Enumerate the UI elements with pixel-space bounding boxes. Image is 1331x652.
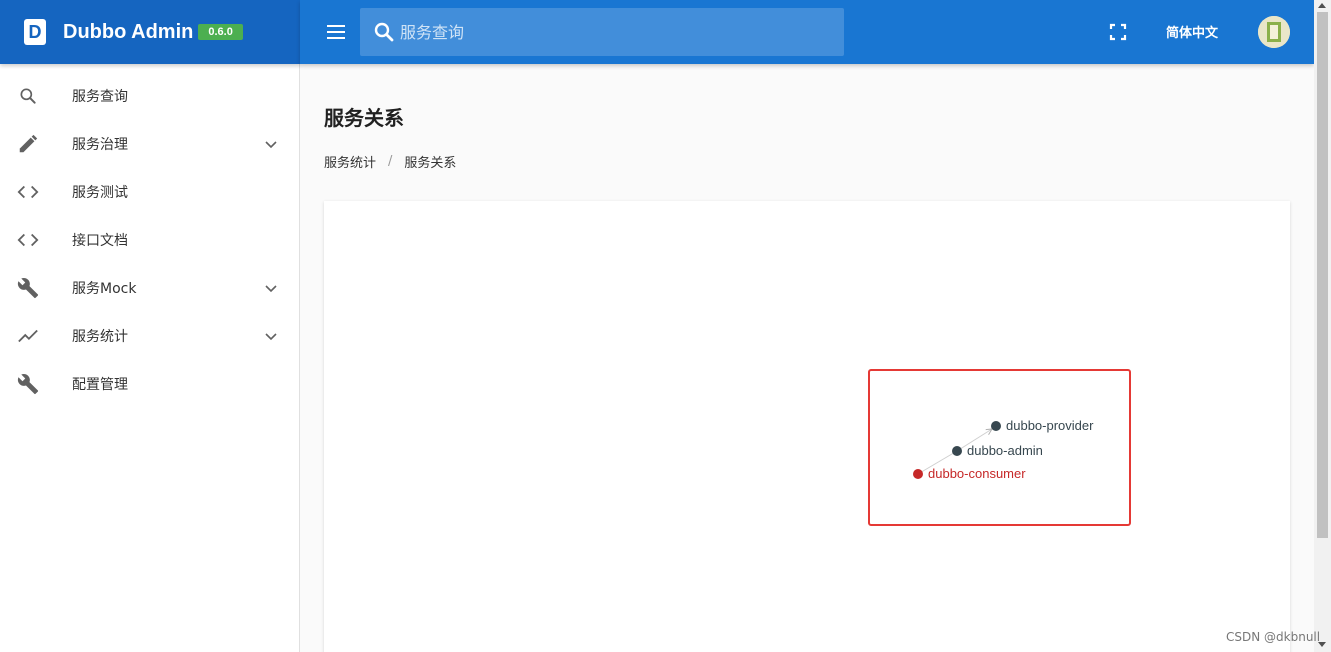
scroll-thumb[interactable] [1317,12,1328,538]
sidebar-item-label: 服务查询 [72,89,128,105]
page-title: 服务关系 [324,106,404,130]
avatar[interactable] [1258,16,1290,48]
sidebar-item-label: 服务治理 [72,137,128,153]
sidebar-item-api-docs[interactable]: 接口文档 [0,216,299,264]
wrench-icon [16,372,40,396]
search-icon[interactable] [372,20,396,44]
code-icon [16,180,40,204]
sidebar-item-config-management[interactable]: 配置管理 [0,360,299,408]
page-scrollbar[interactable] [1314,0,1331,652]
breadcrumb: 服务统计 / 服务关系 [324,152,456,171]
sidebar-item-service-governance[interactable]: 服务治理 [0,120,299,168]
search-box [360,8,844,56]
sidebar-item-service-test[interactable]: 服务测试 [0,168,299,216]
scroll-up-arrow-icon[interactable] [1318,3,1326,8]
wrench-icon [16,276,40,300]
sidebar-item-service-stats[interactable]: 服务统计 [0,312,299,360]
sidebar-item-label: 接口文档 [72,233,128,249]
menu-icon[interactable] [324,20,348,44]
top-app-bar: 简体中文 [300,0,1314,64]
chevron-down-icon[interactable] [263,328,279,344]
pencil-icon [16,132,40,156]
watermark: CSDN @dkbnull [1226,630,1321,644]
version-badge: 0.6.0 [198,24,243,40]
search-input[interactable] [400,8,830,56]
sidebar-item-label: 服务测试 [72,185,128,201]
sidebar-item-service-query[interactable]: 服务查询 [0,72,299,120]
code-icon [16,228,40,252]
sidebar-item-label: 配置管理 [72,377,128,393]
chevron-down-icon[interactable] [263,136,279,152]
search-icon [16,84,40,108]
fullscreen-icon[interactable] [1108,22,1128,42]
relation-graph-card: dubbo-provider dubbo-admin dubbo-consume… [324,201,1290,652]
sidebar-menu: 服务查询 服务治理 服务测试 接口文档 服务Mock 服务统计 配置管理 [0,72,299,408]
dubbo-logo-icon: D [24,19,46,45]
breadcrumb-item[interactable]: 服务统计 [324,152,376,171]
breadcrumb-item: 服务关系 [404,156,457,171]
brand-bar[interactable]: D Dubbo Admin 0.6.0 [0,0,300,64]
app-title: Dubbo Admin [63,20,194,43]
sidebar: D Dubbo Admin 0.6.0 服务查询 服务治理 服务测试 接口文档 … [0,0,300,652]
breadcrumb-separator: / [388,154,393,169]
language-switch[interactable]: 简体中文 [1166,22,1218,41]
chevron-down-icon[interactable] [263,280,279,296]
relation-graph[interactable]: dubbo-provider dubbo-admin dubbo-consume… [324,201,1290,652]
sidebar-item-service-mock[interactable]: 服务Mock [0,264,299,312]
highlight-box [868,369,1131,526]
trending-icon [16,324,40,348]
sidebar-item-label: 服务统计 [72,329,128,345]
sidebar-item-label: 服务Mock [72,281,137,297]
